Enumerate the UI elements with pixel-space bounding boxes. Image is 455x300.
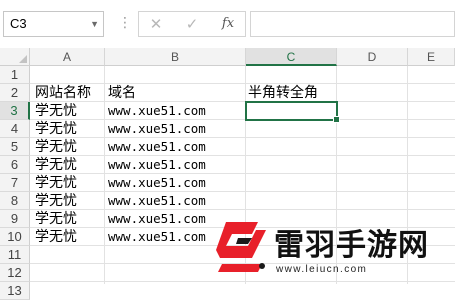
gridline [30, 191, 455, 192]
name-box-value: C3 [10, 16, 27, 31]
cell-a10[interactable]: 学无忧 [35, 228, 77, 246]
column-header-a[interactable]: A [30, 48, 105, 66]
fill-handle[interactable] [333, 116, 340, 123]
row-header-8[interactable]: 8 [0, 192, 30, 210]
row-header-13[interactable]: 13 [0, 282, 30, 300]
cell-a9[interactable]: 学无忧 [35, 210, 77, 228]
row-header-3[interactable]: 3 [0, 102, 30, 120]
watermark-logo-icon [216, 222, 266, 272]
active-cell-selection[interactable] [245, 101, 338, 121]
column-header-e[interactable]: E [408, 48, 455, 66]
gridline [30, 173, 455, 174]
row-header-4[interactable]: 4 [0, 120, 30, 138]
site-watermark: 雷羽手游网 www.leiucn.com [212, 214, 455, 284]
gridline [30, 137, 455, 138]
formula-buttons: ✕ ✓ fx [138, 11, 246, 37]
more-options-icon[interactable]: ⋮ [118, 14, 132, 32]
gridline [30, 101, 455, 102]
cell-b7[interactable]: www.xue51.com [108, 174, 206, 192]
cell-a2[interactable]: 网站名称 [35, 84, 91, 102]
cell-b4[interactable]: www.xue51.com [108, 120, 206, 138]
select-all-button[interactable] [0, 48, 30, 66]
chevron-down-icon[interactable]: ▼ [90, 12, 99, 36]
cell-a6[interactable]: 学无忧 [35, 156, 77, 174]
cell-b10[interactable]: www.xue51.com [108, 228, 206, 246]
cell-b5[interactable]: www.xue51.com [108, 138, 206, 156]
close-icon[interactable]: ✕ [143, 12, 169, 36]
row-header-11[interactable]: 11 [0, 246, 30, 264]
cell-b3[interactable]: www.xue51.com [108, 102, 206, 120]
cell-b9[interactable]: www.xue51.com [108, 210, 206, 228]
gridline [30, 83, 455, 84]
gridline [30, 209, 455, 210]
formula-input[interactable] [250, 11, 455, 37]
column-header-b[interactable]: B [105, 48, 246, 66]
cell-b2[interactable]: 域名 [108, 84, 136, 102]
cell-a4[interactable]: 学无忧 [35, 120, 77, 138]
cell-a5[interactable]: 学无忧 [35, 138, 77, 156]
row-header-10[interactable]: 10 [0, 228, 30, 246]
cell-b6[interactable]: www.xue51.com [108, 156, 206, 174]
column-header-d[interactable]: D [337, 48, 408, 66]
row-header-12[interactable]: 12 [0, 264, 30, 282]
row-header-1[interactable]: 1 [0, 66, 30, 84]
cell-b8[interactable]: www.xue51.com [108, 192, 206, 210]
cell-a7[interactable]: 学无忧 [35, 174, 77, 192]
row-header-2[interactable]: 2 [0, 84, 30, 102]
check-icon[interactable]: ✓ [179, 12, 205, 36]
row-header-5[interactable]: 5 [0, 138, 30, 156]
name-box[interactable]: C3 ▼ [3, 11, 104, 37]
insert-function-button[interactable]: fx [215, 12, 241, 36]
column-header-c[interactable]: C [246, 48, 337, 66]
row-header-9[interactable]: 9 [0, 210, 30, 228]
cell-a3[interactable]: 学无忧 [35, 102, 77, 120]
formula-bar-area: C3 ▼ ⋮ ✕ ✓ fx [0, 0, 455, 50]
gridline [30, 155, 455, 156]
row-header-6[interactable]: 6 [0, 156, 30, 174]
cell-c2[interactable]: 半角转全角 [248, 84, 318, 102]
row-header-7[interactable]: 7 [0, 174, 30, 192]
cell-a8[interactable]: 学无忧 [35, 192, 77, 210]
watermark-title: 雷羽手游网 [274, 228, 429, 263]
gridline [104, 66, 105, 284]
gridline [30, 119, 455, 120]
watermark-url: www.leiucn.com [276, 264, 368, 275]
